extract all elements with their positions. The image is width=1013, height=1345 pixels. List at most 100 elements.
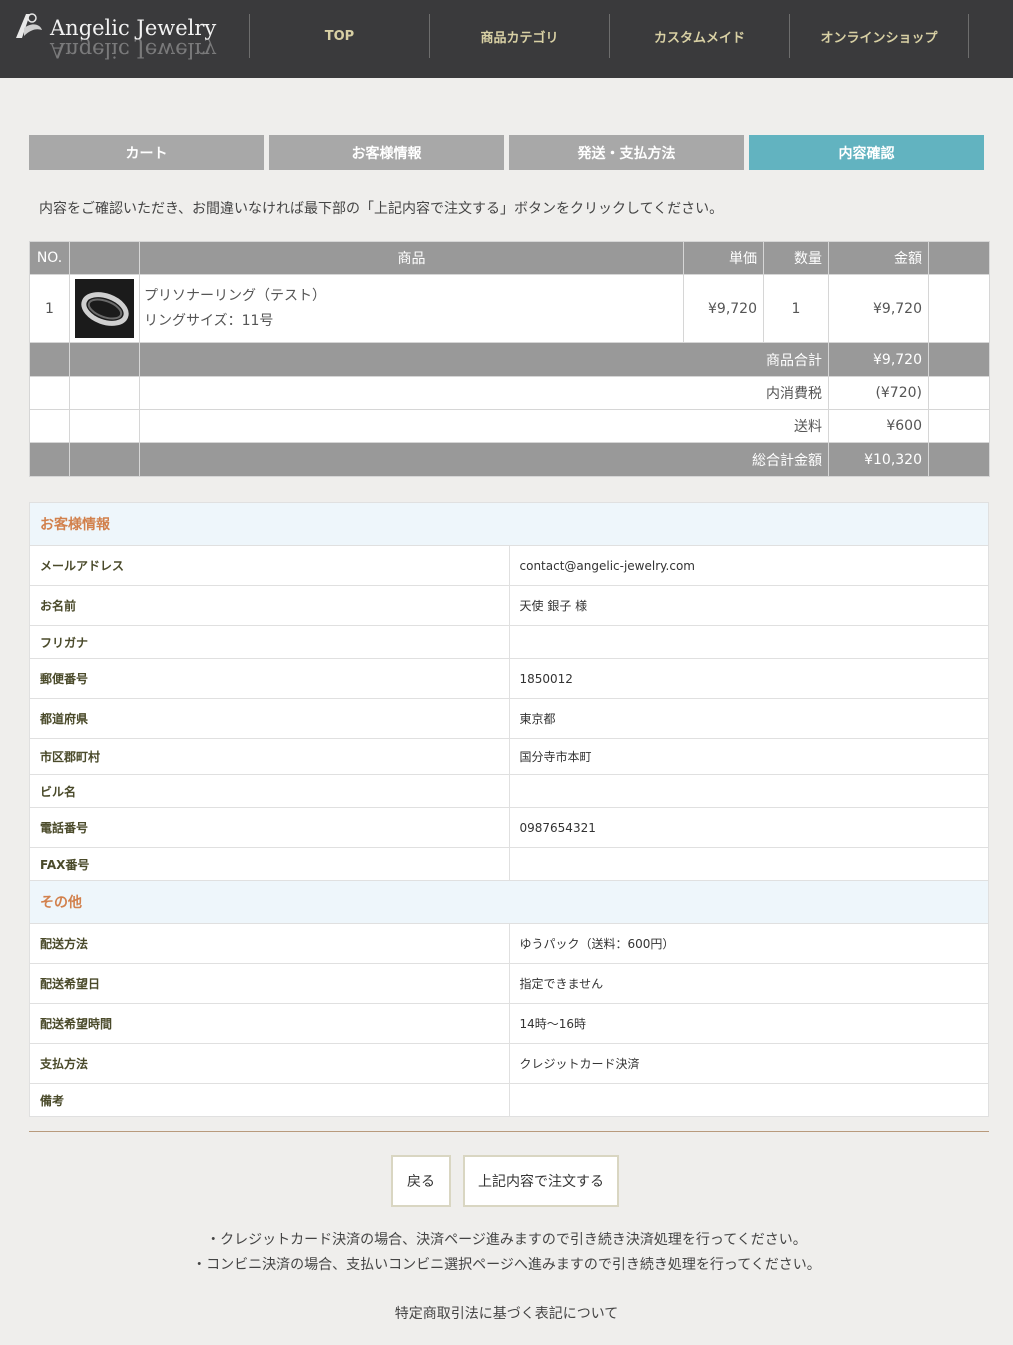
- shipping-row: 送料 ¥600: [29, 409, 990, 443]
- col-blank: [928, 241, 990, 275]
- table-row: 配送方法 ゆうパック（送料：600円）: [29, 923, 989, 964]
- blank-cell: [69, 376, 140, 410]
- ring-image-icon: [81, 292, 129, 326]
- subtotal-label: 商品合計: [139, 342, 829, 377]
- shipping-value: ¥600: [828, 409, 929, 443]
- total-value: ¥10,320: [828, 442, 929, 477]
- blank-cell: [69, 442, 140, 477]
- delivery-time-value: 14時～16時: [508, 1003, 989, 1044]
- tax-row: 内消費税 (¥720): [29, 376, 990, 410]
- col-qty: 数量: [763, 241, 829, 275]
- blank-cell: [928, 342, 990, 377]
- item-qty: 1: [763, 274, 829, 343]
- postal-code-value: 1850012: [508, 658, 989, 699]
- item-blank: [928, 274, 990, 343]
- tax-label: 内消費税: [139, 376, 829, 410]
- item-amount: ¥9,720: [828, 274, 929, 343]
- row-label: 市区郡町村: [29, 738, 510, 775]
- payment-notes: ・クレジットカード決済の場合、決済ページ進みますので引き続き決済処理を行ってくだ…: [0, 1228, 1013, 1278]
- place-order-button[interactable]: 上記内容で注文する: [463, 1155, 619, 1207]
- table-row: 備考: [29, 1083, 989, 1117]
- item-description: プリソナーリング（テスト） リングサイズ：11号: [139, 274, 684, 343]
- row-label: 配送方法: [29, 923, 510, 964]
- customer-section-header: お客様情報: [29, 502, 989, 546]
- item-unit-price: ¥9,720: [683, 274, 764, 343]
- blank-cell: [69, 409, 140, 443]
- col-image: [69, 241, 140, 275]
- prefecture-value: 東京都: [508, 698, 989, 739]
- step-confirm: 内容確認: [749, 135, 984, 170]
- nav-top[interactable]: TOP: [249, 14, 429, 58]
- back-button[interactable]: 戻る: [391, 1155, 451, 1207]
- col-no: NO.: [29, 241, 70, 275]
- table-row: 配送希望日 指定できません: [29, 963, 989, 1004]
- checkout-steps: カート お客様情報 発送・支払方法 内容確認: [29, 135, 984, 170]
- ring-thumbnail[interactable]: [75, 279, 134, 338]
- blank-cell: [29, 409, 70, 443]
- row-label: フリガナ: [29, 625, 510, 659]
- furigana-value: [508, 625, 989, 659]
- tax-value: (¥720): [828, 376, 929, 410]
- shipping-label: 送料: [139, 409, 829, 443]
- row-label: ビル名: [29, 774, 510, 808]
- delivery-date-value: 指定できません: [508, 963, 989, 1004]
- blank-cell: [928, 376, 990, 410]
- legal-notice-link[interactable]: 特定商取引法に基づく表記について: [0, 1303, 1013, 1323]
- main-nav: TOP 商品カテゴリ カスタムメイド オンラインショップ: [249, 14, 969, 58]
- site-logo[interactable]: Angelic Jewelry Angelic Jewelry: [10, 8, 216, 64]
- logo-reflection: Angelic Jewelry: [50, 38, 217, 62]
- row-label: 電話番号: [29, 807, 510, 848]
- col-unit-price: 単価: [683, 241, 764, 275]
- subtotal-value: ¥9,720: [828, 342, 929, 377]
- city-value: 国分寺市本町: [508, 738, 989, 775]
- nav-custom-made[interactable]: カスタムメイド: [609, 14, 789, 58]
- item-no: 1: [29, 274, 70, 343]
- step-customer-info: お客様情報: [269, 135, 504, 170]
- row-label: 郵便番号: [29, 658, 510, 699]
- blank-cell: [29, 376, 70, 410]
- table-row: 配送希望時間 14時～16時: [29, 1003, 989, 1044]
- item-image-cell: [69, 274, 140, 343]
- table-row: ビル名: [29, 774, 989, 808]
- blank-cell: [29, 342, 70, 377]
- row-label: FAX番号: [29, 847, 510, 881]
- divider: [29, 1131, 989, 1132]
- email-value: contact@angelic-jewelry.com: [508, 545, 989, 586]
- blank-cell: [69, 342, 140, 377]
- nav-online-shop[interactable]: オンラインショップ: [789, 14, 969, 58]
- item-name[interactable]: プリソナーリング（テスト）: [144, 284, 683, 309]
- table-row: メールアドレス contact@angelic-jewelry.com: [29, 545, 989, 586]
- total-label: 総合計金額: [139, 442, 829, 477]
- table-row: FAX番号: [29, 847, 989, 881]
- site-header: Angelic Jewelry Angelic Jewelry TOP 商品カテ…: [0, 0, 1013, 78]
- cart-table: NO. 商品 単価 数量 金額 1 プリソナーリング（テスト） リングサイズ：1…: [29, 241, 990, 477]
- blank-cell: [928, 409, 990, 443]
- note-convenience-store: ・コンビニ決済の場合、支払いコンビニ選択ページへ進みますので引き続き処理を行って…: [192, 1257, 821, 1273]
- table-row: 支払方法 クレジットカード決済: [29, 1043, 989, 1084]
- table-row: フリガナ: [29, 625, 989, 659]
- step-shipping-payment: 発送・支払方法: [509, 135, 744, 170]
- payment-method-value: クレジットカード決済: [508, 1043, 989, 1084]
- nav-categories[interactable]: 商品カテゴリ: [429, 14, 609, 58]
- remarks-value: [508, 1083, 989, 1117]
- table-row: お名前 天使 銀子 様: [29, 585, 989, 626]
- row-label: 支払方法: [29, 1043, 510, 1084]
- row-label: 配送希望日: [29, 963, 510, 1004]
- blank-cell: [29, 442, 70, 477]
- phone-value: 0987654321: [508, 807, 989, 848]
- step-cart: カート: [29, 135, 264, 170]
- intro-text: 内容をご確認いただき、お間違いなければ最下部の「上記内容で注文する」ボタンをクリ…: [39, 201, 724, 217]
- row-label: お名前: [29, 585, 510, 626]
- row-label: メールアドレス: [29, 545, 510, 586]
- table-row: 都道府県 東京都: [29, 698, 989, 739]
- name-value: 天使 銀子 様: [508, 585, 989, 626]
- cart-header-row: NO. 商品 単価 数量 金額: [29, 241, 990, 275]
- table-row: 郵便番号 1850012: [29, 658, 989, 699]
- note-credit-card: ・クレジットカード決済の場合、決済ページ進みますので引き続き決済処理を行ってくだ…: [206, 1232, 807, 1248]
- table-row: 電話番号 0987654321: [29, 807, 989, 848]
- fax-value: [508, 847, 989, 881]
- table-row: 1 プリソナーリング（テスト） リングサイズ：11号 ¥9,720 1 ¥9,7…: [29, 274, 990, 343]
- order-info-table: お客様情報 メールアドレス contact@angelic-jewelry.co…: [29, 502, 989, 1117]
- col-item: 商品: [139, 241, 684, 275]
- blank-cell: [928, 442, 990, 477]
